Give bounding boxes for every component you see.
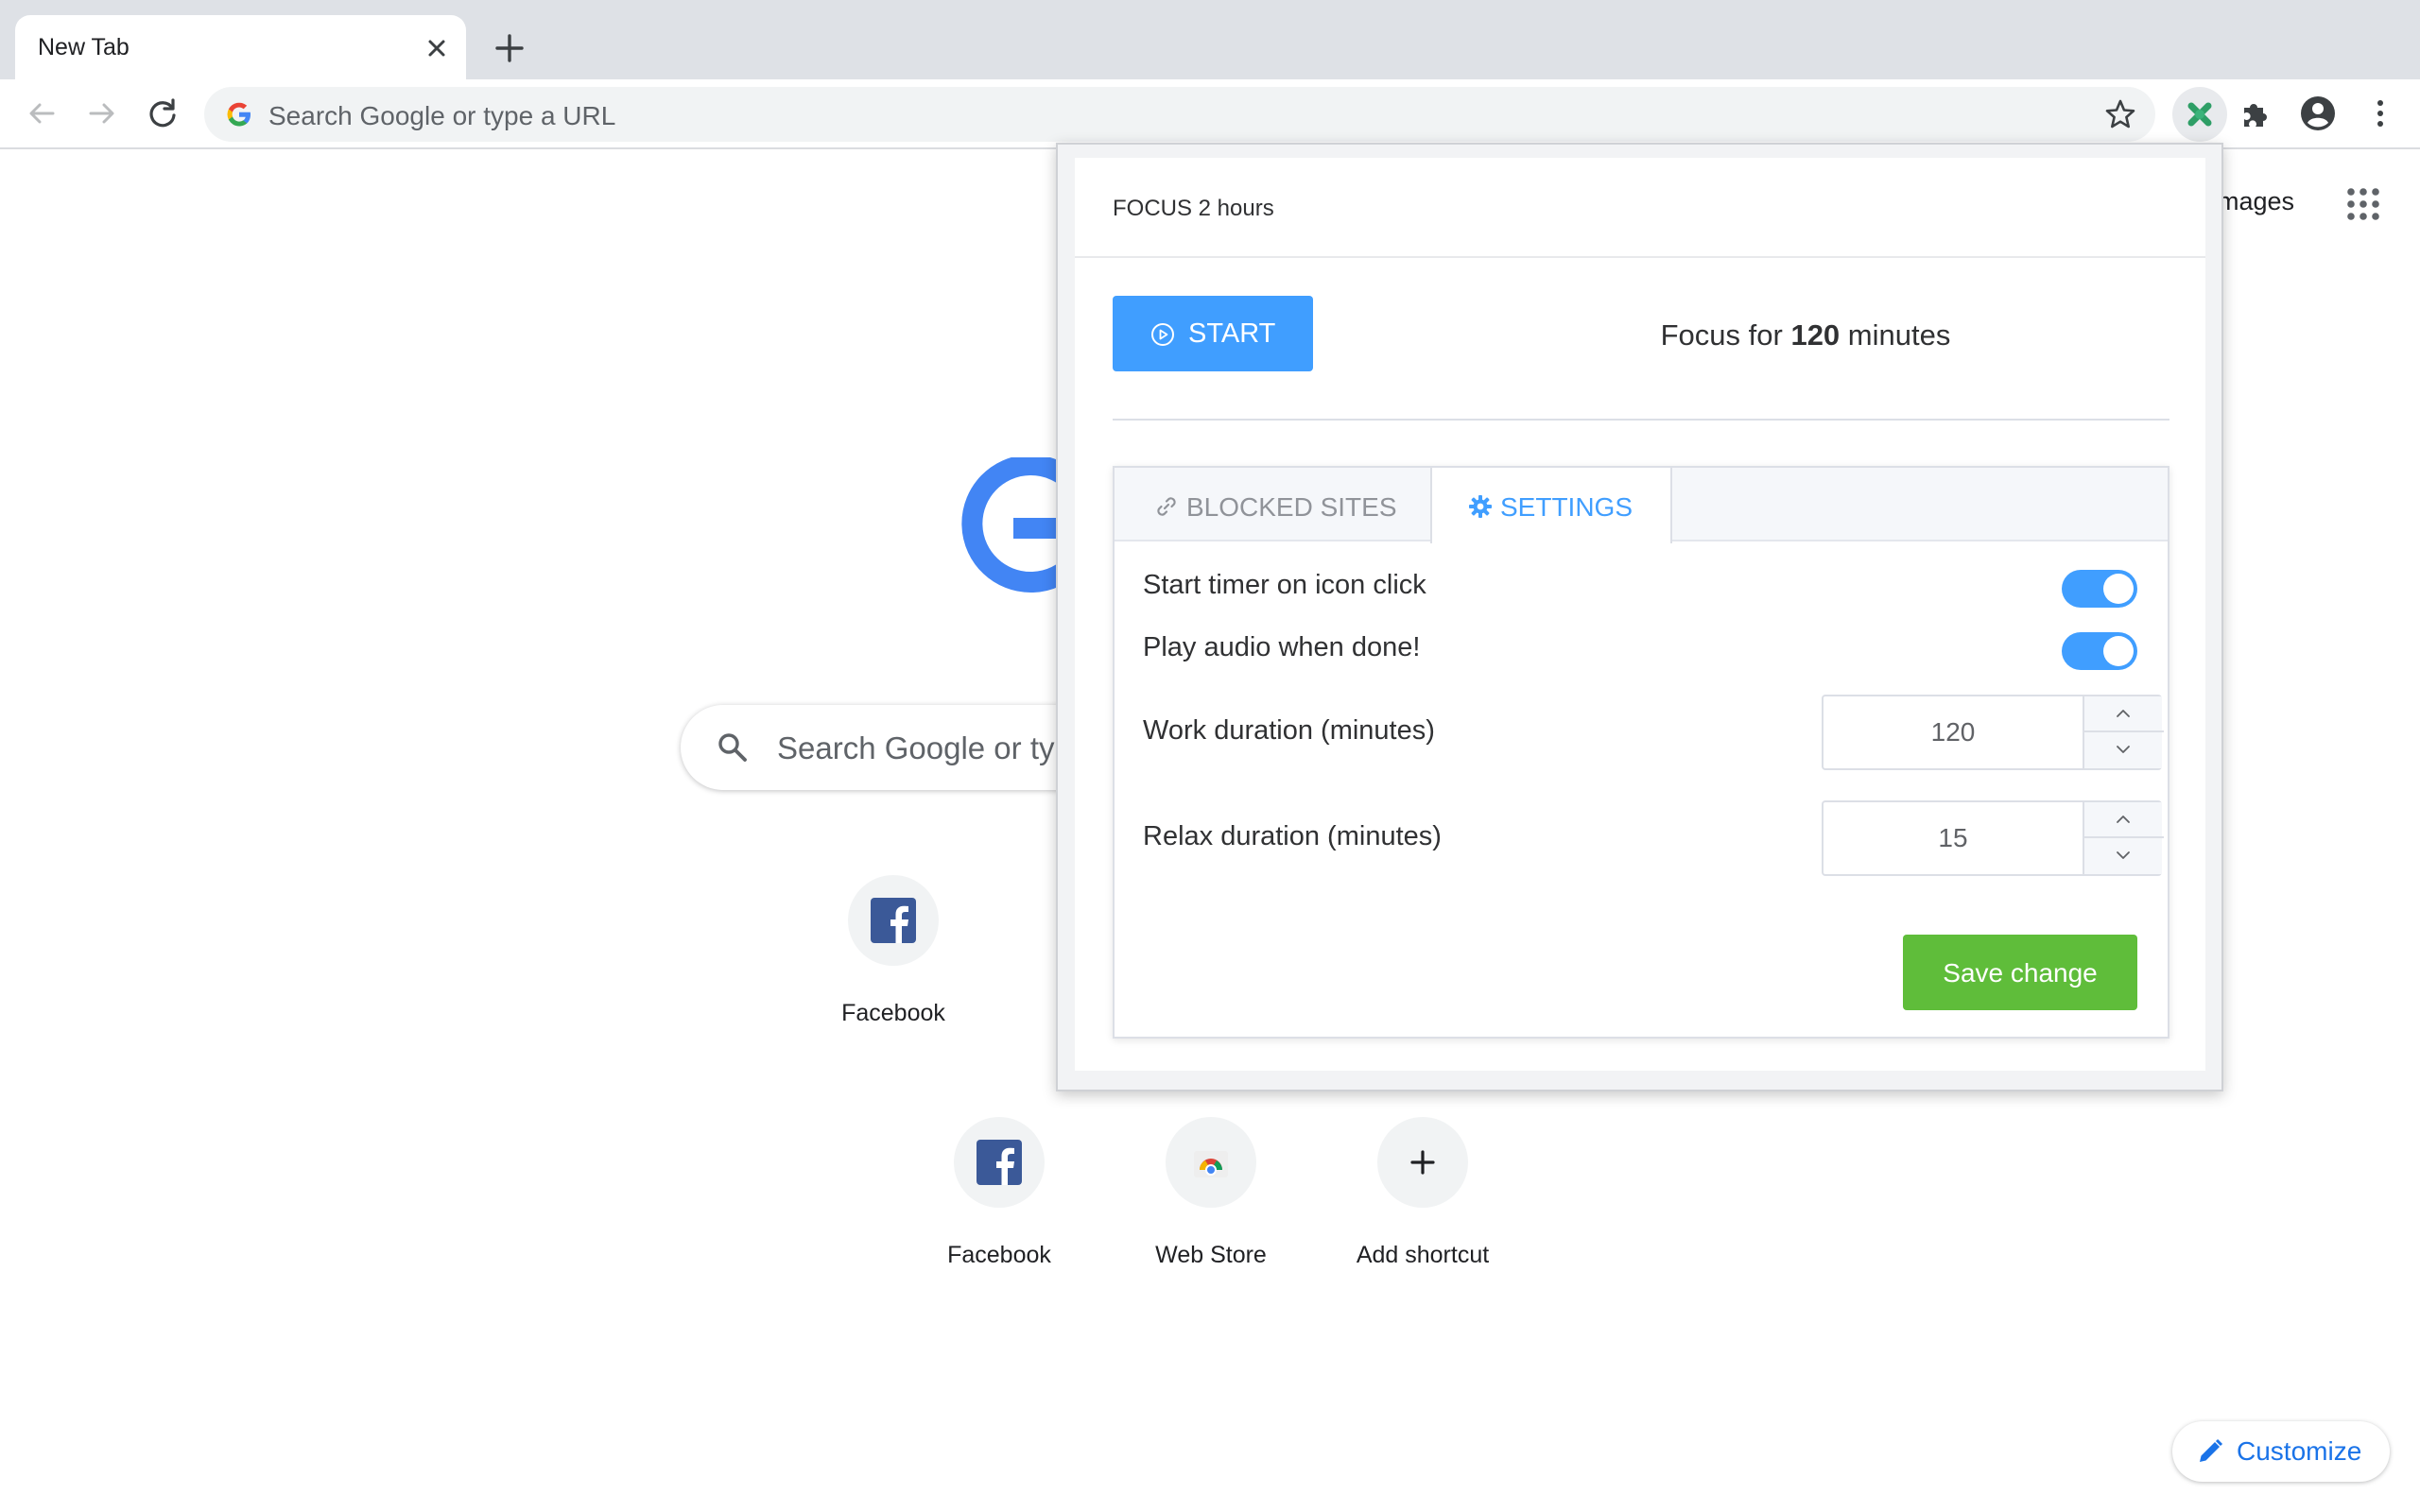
ntp-search-placeholder: Search Google or typ bbox=[777, 730, 1072, 765]
plus-icon bbox=[1377, 1117, 1468, 1208]
popup-header: FOCUS 2 hours bbox=[1075, 158, 2205, 258]
start-label: START bbox=[1188, 318, 1276, 349]
web-store-icon bbox=[1166, 1117, 1256, 1208]
relax-duration-stepper[interactable]: 15 bbox=[1822, 800, 2164, 876]
relax-duration-label: Relax duration (minutes) bbox=[1143, 821, 1442, 851]
save-change-button[interactable]: Save change bbox=[1903, 935, 2137, 1010]
bookmark-star-icon[interactable] bbox=[2102, 96, 2138, 132]
gear-icon bbox=[1468, 494, 1493, 519]
google-g-icon bbox=[223, 98, 255, 130]
decrement-chevron-down-icon[interactable] bbox=[2084, 838, 2164, 874]
shortcut-label: Facebook bbox=[841, 1000, 945, 1026]
customize-label: Customize bbox=[2237, 1436, 2362, 1466]
omnibox-placeholder: Search Google or type a URL bbox=[268, 101, 616, 130]
tab-settings[interactable]: SETTINGS bbox=[1430, 468, 1672, 543]
toggle-knob bbox=[2103, 636, 2134, 666]
work-duration-value[interactable]: 120 bbox=[1824, 717, 2083, 747]
shortcut-facebook[interactable]: Facebook bbox=[799, 875, 988, 1064]
apps-grid-icon[interactable] bbox=[2344, 185, 2382, 223]
tab-label: BLOCKED SITES bbox=[1186, 492, 1397, 522]
forward-icon[interactable] bbox=[81, 93, 123, 134]
search-icon bbox=[715, 730, 751, 765]
play-audio-label: Play audio when done! bbox=[1143, 632, 1421, 662]
divider bbox=[1113, 419, 2169, 421]
decrement-chevron-down-icon[interactable] bbox=[2084, 732, 2164, 768]
reload-icon[interactable] bbox=[142, 93, 183, 134]
menu-kebab-icon[interactable] bbox=[2360, 93, 2401, 134]
save-change-label: Save change bbox=[1943, 958, 2098, 988]
profile-avatar-icon[interactable] bbox=[2297, 93, 2339, 134]
browser-tab[interactable]: New Tab bbox=[15, 15, 466, 79]
focus-prefix: Focus for bbox=[1660, 318, 1791, 352]
play-circle-icon bbox=[1150, 322, 1175, 347]
settings-tabs-panel: BLOCKED SITES SETTINGS Start timer on ic… bbox=[1113, 466, 2169, 1039]
relax-duration-value[interactable]: 15 bbox=[1824, 823, 2083, 853]
facebook-icon bbox=[954, 1117, 1045, 1208]
work-duration-stepper[interactable]: 120 bbox=[1822, 695, 2164, 770]
shortcut-facebook[interactable]: Facebook bbox=[905, 1117, 1094, 1306]
back-icon[interactable] bbox=[21, 93, 62, 134]
increment-chevron-up-icon[interactable] bbox=[2084, 802, 2164, 838]
popup-card: FOCUS 2 hours START Focus for 120 minute… bbox=[1075, 158, 2205, 1071]
increment-chevron-up-icon[interactable] bbox=[2084, 696, 2164, 732]
add-shortcut-button[interactable]: Add shortcut bbox=[1328, 1117, 1517, 1306]
tab-title: New Tab bbox=[38, 34, 130, 60]
tab-blocked-sites[interactable]: BLOCKED SITES bbox=[1115, 468, 1430, 543]
focus-extension-icon[interactable] bbox=[2172, 87, 2227, 142]
focus-extension-popup: FOCUS 2 hours START Focus for 120 minute… bbox=[1056, 143, 2223, 1091]
start-timer-toggle[interactable] bbox=[2062, 570, 2137, 608]
shortcut-label: Add shortcut bbox=[1356, 1242, 1490, 1268]
toggle-knob bbox=[2103, 574, 2134, 604]
shortcut-label: Web Store bbox=[1155, 1242, 1267, 1268]
omnibox[interactable]: Search Google or type a URL bbox=[204, 87, 2155, 142]
toolbar: Search Google or type a URL bbox=[0, 79, 2420, 149]
pencil-icon bbox=[2195, 1436, 2225, 1467]
focus-minutes: 120 bbox=[1790, 318, 1841, 352]
close-tab-icon[interactable] bbox=[421, 32, 453, 64]
start-timer-label: Start timer on icon click bbox=[1143, 570, 1426, 600]
link-icon bbox=[1154, 494, 1179, 519]
play-audio-toggle[interactable] bbox=[2062, 632, 2137, 670]
stepper-controls bbox=[2083, 696, 2164, 768]
work-duration-label: Work duration (minutes) bbox=[1143, 715, 1435, 746]
tabs-nav: BLOCKED SITES SETTINGS bbox=[1115, 468, 2168, 543]
new-tab-icon[interactable] bbox=[490, 28, 529, 68]
tab-label: SETTINGS bbox=[1500, 492, 1634, 522]
focus-suffix: minutes bbox=[1840, 318, 1951, 352]
images-link[interactable]: mages bbox=[2218, 187, 2294, 216]
tab-strip: New Tab bbox=[0, 0, 2420, 79]
customize-button[interactable]: Customize bbox=[2172, 1421, 2390, 1482]
stepper-controls bbox=[2083, 802, 2164, 874]
focus-duration-text: Focus for 120 minutes bbox=[1406, 318, 2205, 352]
extensions-puzzle-icon[interactable] bbox=[2237, 94, 2278, 136]
facebook-icon bbox=[848, 875, 939, 966]
start-button[interactable]: START bbox=[1113, 296, 1313, 371]
shortcut-web-store[interactable]: Web Store bbox=[1116, 1117, 1305, 1306]
shortcut-label: Facebook bbox=[947, 1242, 1051, 1268]
popup-title: FOCUS 2 hours bbox=[1113, 196, 1274, 221]
